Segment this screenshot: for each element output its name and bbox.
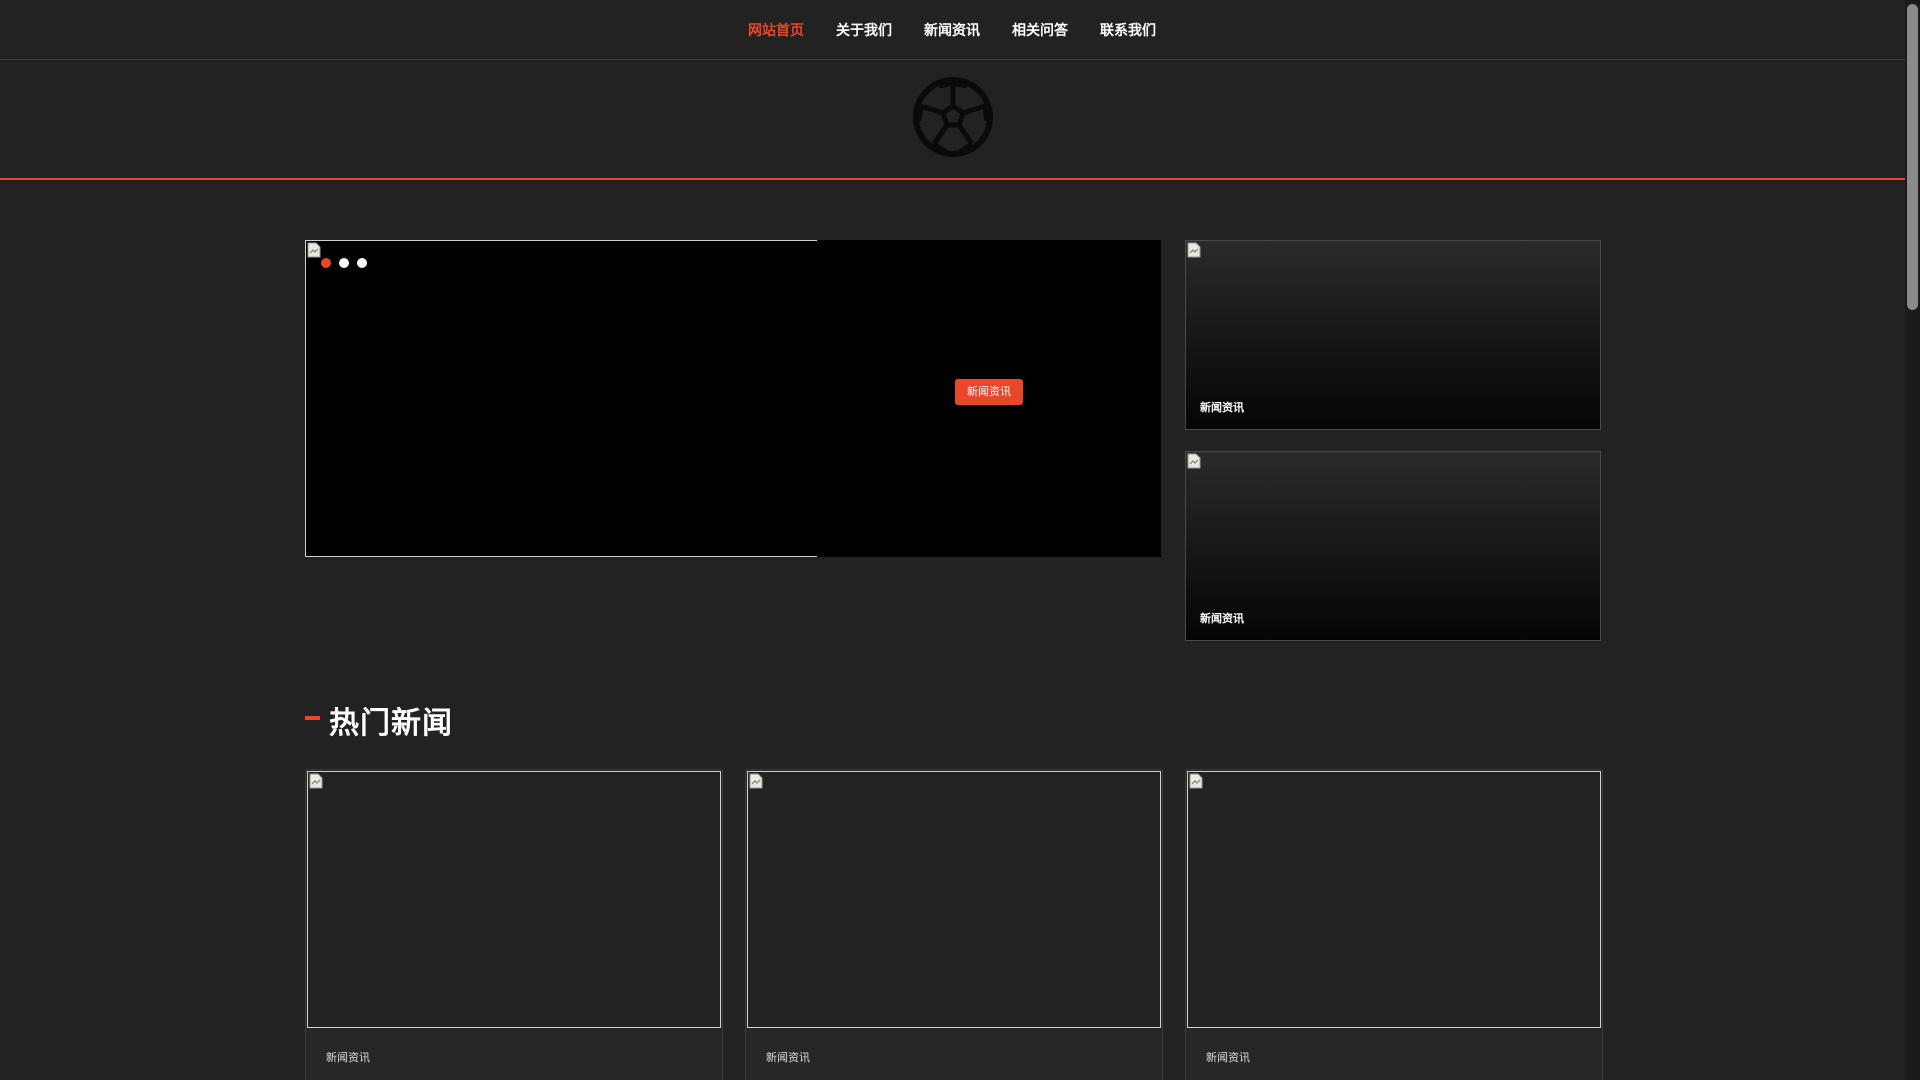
carousel-image[interactable] bbox=[305, 240, 818, 557]
nav-item-faq[interactable]: 相关问答 bbox=[1012, 20, 1068, 40]
news-card[interactable]: 新闻资讯 bbox=[745, 769, 1163, 1080]
news-card-thumbnail[interactable] bbox=[307, 771, 721, 1028]
news-card-label: 新闻资讯 bbox=[766, 1051, 810, 1064]
broken-image-icon bbox=[1187, 453, 1201, 469]
side-card[interactable]: 新闻资讯 bbox=[1185, 240, 1601, 430]
scrollbar-thumb[interactable] bbox=[1907, 4, 1918, 310]
broken-image-icon bbox=[1187, 242, 1201, 258]
news-card-thumbnail[interactable] bbox=[747, 771, 1161, 1028]
broken-image-icon bbox=[1189, 773, 1203, 789]
carousel-caption: 新闻资讯 bbox=[817, 240, 1161, 557]
scrollbar[interactable] bbox=[1905, 0, 1920, 1080]
carousel-dot-1[interactable] bbox=[321, 258, 331, 268]
nav-item-news[interactable]: 新闻资讯 bbox=[924, 20, 980, 40]
carousel-dot-2[interactable] bbox=[339, 258, 349, 268]
nav-item-home[interactable]: 网站首页 bbox=[748, 20, 804, 40]
section-accent-bar bbox=[305, 716, 320, 720]
news-card-label: 新闻资讯 bbox=[1206, 1051, 1250, 1064]
page: 网站首页 关于我们 新闻资讯 相关问答 联系我们 新闻资讯 新闻资讯 新闻资讯 … bbox=[0, 0, 1920, 1080]
section-title: 热门新闻 bbox=[329, 706, 453, 741]
news-card[interactable]: 新闻资讯 bbox=[1185, 769, 1603, 1080]
side-card[interactable]: 新闻资讯 bbox=[1185, 451, 1601, 641]
nav-item-contact[interactable]: 联系我们 bbox=[1100, 20, 1156, 40]
news-card-label: 新闻资讯 bbox=[326, 1051, 370, 1064]
broken-image-icon bbox=[309, 773, 323, 789]
broken-image-icon bbox=[307, 242, 321, 258]
news-tag-button[interactable]: 新闻资讯 bbox=[955, 379, 1023, 405]
top-nav: 网站首页 关于我们 新闻资讯 相关问答 联系我们 bbox=[0, 0, 1905, 60]
soccer-ball-icon[interactable] bbox=[912, 76, 994, 158]
side-card-label: 新闻资讯 bbox=[1200, 401, 1244, 414]
news-card-thumbnail[interactable] bbox=[1187, 771, 1601, 1028]
side-card-label: 新闻资讯 bbox=[1200, 612, 1244, 625]
broken-image-icon bbox=[749, 773, 763, 789]
carousel-dot-3[interactable] bbox=[357, 258, 367, 268]
logo-band bbox=[0, 60, 1905, 180]
news-card[interactable]: 新闻资讯 bbox=[305, 769, 723, 1080]
nav-item-about[interactable]: 关于我们 bbox=[836, 20, 892, 40]
